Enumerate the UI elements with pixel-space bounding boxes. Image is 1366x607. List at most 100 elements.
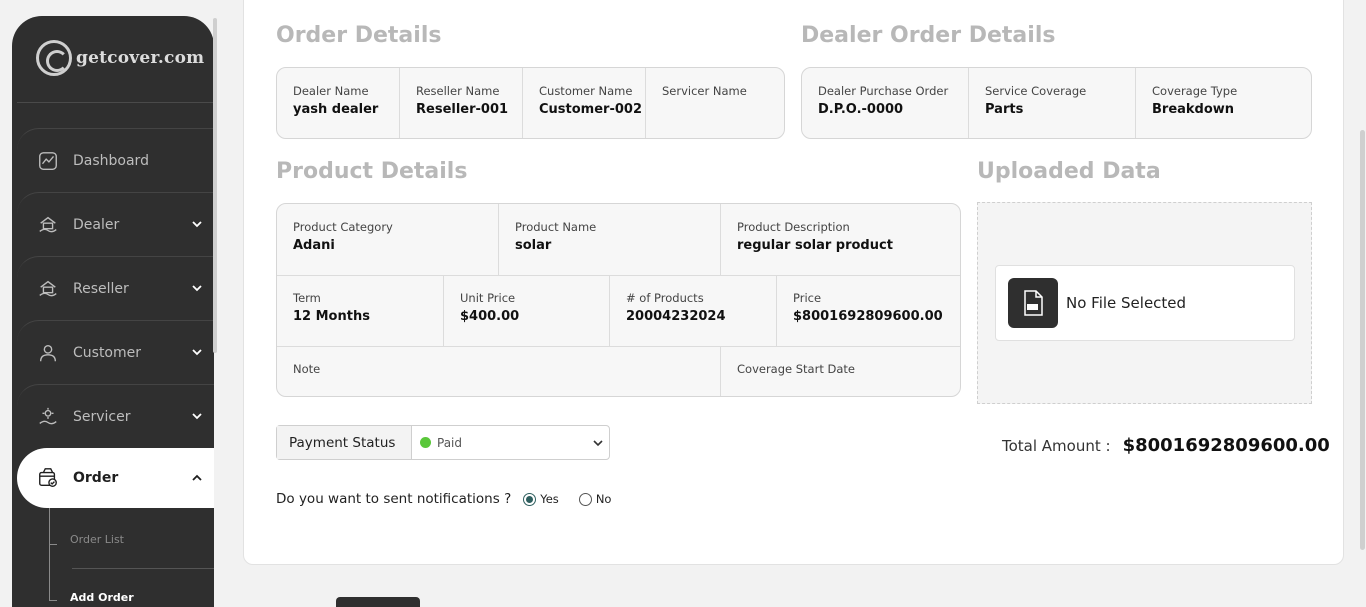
dealer-order-details-title: Dealer Order Details xyxy=(801,23,1056,48)
dealer-icon xyxy=(37,214,59,236)
field-product-category: Product Category Adani xyxy=(277,204,499,275)
field-value: Adani xyxy=(293,238,335,253)
main-scrollbar[interactable] xyxy=(1360,130,1365,550)
uploaded-data-title: Uploaded Data xyxy=(977,159,1161,184)
status-dot-icon xyxy=(420,437,431,448)
chevron-down-icon[interactable] xyxy=(192,283,202,293)
field-label: Note xyxy=(293,362,321,376)
field-label: Reseller Name xyxy=(416,84,500,98)
logo-icon xyxy=(36,40,72,76)
field-customer-name: Customer Name Customer-002 xyxy=(523,68,646,138)
sidebar-item-dealer[interactable]: Dealer xyxy=(17,192,214,256)
field-dealer-purchase-order: Dealer Purchase Order D.P.O.-0000 xyxy=(802,68,969,138)
field-label: Dealer Purchase Order xyxy=(818,84,949,98)
order-details-title: Order Details xyxy=(276,23,442,48)
field-reseller-name: Reseller Name Reseller-001 xyxy=(400,68,523,138)
dealer-order-details-box: Dealer Purchase Order D.P.O.-0000 Servic… xyxy=(801,67,1312,139)
sidebar-item-label: Reseller xyxy=(73,280,129,297)
sidebar-item-dashboard[interactable]: Dashboard xyxy=(17,128,214,192)
field-value: Parts xyxy=(985,102,1024,117)
submit-button[interactable] xyxy=(336,597,420,607)
csv-file-icon xyxy=(1008,278,1058,328)
payment-status-select[interactable]: Paid xyxy=(412,426,609,459)
field-label: Dealer Name xyxy=(293,84,369,98)
chevron-down-icon xyxy=(593,440,603,447)
field-price: Price $8001692809600.00 xyxy=(777,275,960,346)
order-summary-card: Order Details Dealer Order Details Deale… xyxy=(243,0,1344,565)
chevron-up-icon[interactable] xyxy=(192,473,202,483)
field-unit-price: Unit Price $400.00 xyxy=(444,275,610,346)
logo-text: getcover.com xyxy=(76,48,205,68)
field-label: Unit Price xyxy=(460,291,516,305)
field-product-name: Product Name solar xyxy=(499,204,721,275)
tree-branch xyxy=(49,544,57,545)
field-product-description: Product Description regular solar produc… xyxy=(721,204,960,275)
chevron-down-icon[interactable] xyxy=(192,411,202,421)
field-term: Term 12 Months xyxy=(277,275,444,346)
order-icon xyxy=(37,467,59,489)
field-label: Coverage Start Date xyxy=(737,362,855,376)
uploaded-data-dropzone[interactable]: No File Selected xyxy=(977,202,1312,404)
field-label: # of Products xyxy=(626,291,704,305)
total-amount-label: Total Amount : xyxy=(1002,437,1111,455)
field-coverage-type: Coverage Type Breakdown xyxy=(1136,68,1311,138)
sidebar-item-order[interactable]: Order xyxy=(17,448,214,508)
payment-status-field: Payment Status Paid xyxy=(276,425,610,460)
field-label: Term xyxy=(293,291,321,305)
servicer-icon xyxy=(37,406,59,428)
radio-checked-icon[interactable] xyxy=(523,492,537,506)
field-label: Product Description xyxy=(737,220,850,234)
dashboard-icon xyxy=(37,150,59,172)
payment-status-label: Payment Status xyxy=(277,426,412,459)
field-label: Service Coverage xyxy=(985,84,1087,98)
payment-status-value: Paid xyxy=(437,435,463,450)
sidebar: getcover.com Dashboard Dealer Reseller C… xyxy=(12,16,214,607)
field-service-coverage: Service Coverage Parts xyxy=(969,68,1136,138)
field-value: regular solar product xyxy=(737,238,893,253)
customer-icon xyxy=(37,342,59,364)
chevron-down-icon[interactable] xyxy=(192,219,202,229)
product-details-title: Product Details xyxy=(276,159,468,184)
logo[interactable]: getcover.com xyxy=(36,40,204,76)
sidebar-item-label: Dealer xyxy=(73,216,120,233)
field-value: solar xyxy=(515,238,552,253)
field-value: Reseller-001 xyxy=(416,102,509,117)
field-label: Product Name xyxy=(515,220,597,234)
subitem-divider xyxy=(72,568,214,569)
sidebar-item-label: Customer xyxy=(73,344,142,361)
field-value: yash dealer xyxy=(293,102,379,117)
field-value: 12 Months xyxy=(293,309,370,324)
sidebar-item-servicer[interactable]: Servicer xyxy=(17,384,214,448)
sidebar-item-label: Dashboard xyxy=(73,152,149,169)
sidebar-item-label: Servicer xyxy=(73,408,131,425)
sidebar-subitem-order-list[interactable]: Order List xyxy=(70,533,124,546)
tree-branch xyxy=(49,600,57,601)
radio-unchecked-icon[interactable] xyxy=(578,492,592,506)
sidebar-subitem-add-order[interactable]: Add Order xyxy=(70,591,134,604)
sidebar-item-label: Order xyxy=(73,470,119,486)
total-amount: Total Amount : $8001692809600.00 xyxy=(1002,435,1330,456)
sidebar-item-customer[interactable]: Customer xyxy=(17,320,214,384)
reseller-icon xyxy=(37,278,59,300)
file-card: No File Selected xyxy=(995,265,1295,341)
field-value: D.P.O.-0000 xyxy=(818,102,904,117)
field-label: Coverage Type xyxy=(1152,84,1238,98)
field-value: Breakdown xyxy=(1152,102,1235,117)
radio-label: No xyxy=(595,492,612,506)
field-label: Product Category xyxy=(293,220,393,234)
product-details-box: Product Category Adani Product Name sola… xyxy=(276,203,961,397)
notify-no-radio[interactable]: No xyxy=(578,492,612,506)
field-label: Price xyxy=(793,291,822,305)
sidebar-item-reseller[interactable]: Reseller xyxy=(17,256,214,320)
tree-line xyxy=(49,508,50,600)
notification-question-text: Do you want to sent notifications ? xyxy=(276,491,512,507)
notify-yes-radio[interactable]: Yes xyxy=(523,492,559,506)
field-label: Customer Name xyxy=(539,84,633,98)
field-note: Note xyxy=(277,346,721,396)
field-servicer-name: Servicer Name xyxy=(646,68,784,138)
chevron-down-icon[interactable] xyxy=(192,347,202,357)
field-dealer-name: Dealer Name yash dealer xyxy=(277,68,400,138)
field-value: 20004232024 xyxy=(626,309,726,324)
sidebar-scrollbar[interactable] xyxy=(213,18,217,353)
field-coverage-start-date: Coverage Start Date xyxy=(721,346,960,396)
